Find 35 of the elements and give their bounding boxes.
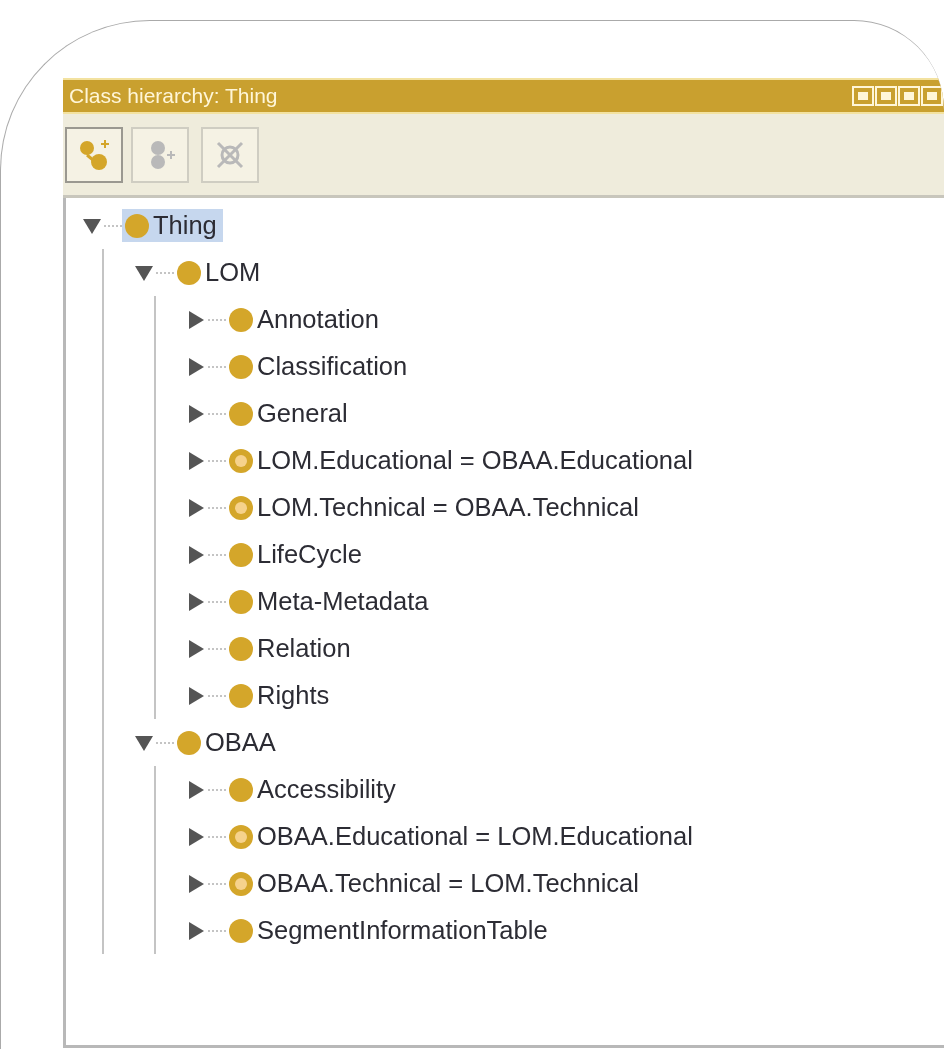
- class-icon: [228, 353, 254, 380]
- class-icon: [228, 635, 254, 662]
- panel-title: Class hierarchy: Thing: [69, 84, 279, 108]
- class-icon: [228, 541, 254, 568]
- tree-node[interactable]: OBAA.Technical = LOM.Technical: [226, 867, 645, 900]
- tree-node[interactable]: Accessibility: [226, 773, 402, 806]
- class-icon: [228, 306, 254, 333]
- tree-node[interactable]: Relation: [226, 632, 357, 665]
- equivalent-class-icon: [228, 447, 254, 474]
- class-icon: [228, 682, 254, 709]
- tree-node[interactable]: Annotation: [226, 303, 385, 336]
- class-icon: [124, 212, 150, 239]
- toolbar-button[interactable]: [65, 126, 123, 183]
- add-subclass-icon: [77, 137, 111, 172]
- class-icon: [228, 776, 254, 803]
- tree-node[interactable]: OBAA: [174, 726, 282, 759]
- tree-node[interactable]: SegmentInformationTable: [226, 914, 554, 947]
- tree-node[interactable]: Meta-Metadata: [226, 585, 435, 618]
- class-icon: [228, 917, 254, 944]
- tree-node[interactable]: Classification: [226, 350, 414, 383]
- tree-node[interactable]: LOM.Technical = OBAA.Technical: [226, 491, 645, 524]
- tree-node[interactable]: Rights: [226, 679, 336, 712]
- class-icon: [176, 729, 202, 756]
- tree-node[interactable]: LOM: [174, 256, 267, 289]
- class-icon: [228, 588, 254, 615]
- equivalent-class-icon: [228, 823, 254, 850]
- class-icon: [228, 400, 254, 427]
- tree-node[interactable]: OBAA.Educational = LOM.Educational: [226, 820, 699, 853]
- tree-node[interactable]: LOM.Educational = OBAA.Educational: [226, 444, 699, 477]
- class-icon: [176, 259, 202, 286]
- tree-node[interactable]: Thing: [122, 209, 223, 242]
- tree-node[interactable]: General: [226, 397, 354, 430]
- equivalent-class-icon: [228, 870, 254, 897]
- equivalent-class-icon: [228, 494, 254, 521]
- tree-node[interactable]: LifeCycle: [226, 538, 368, 571]
